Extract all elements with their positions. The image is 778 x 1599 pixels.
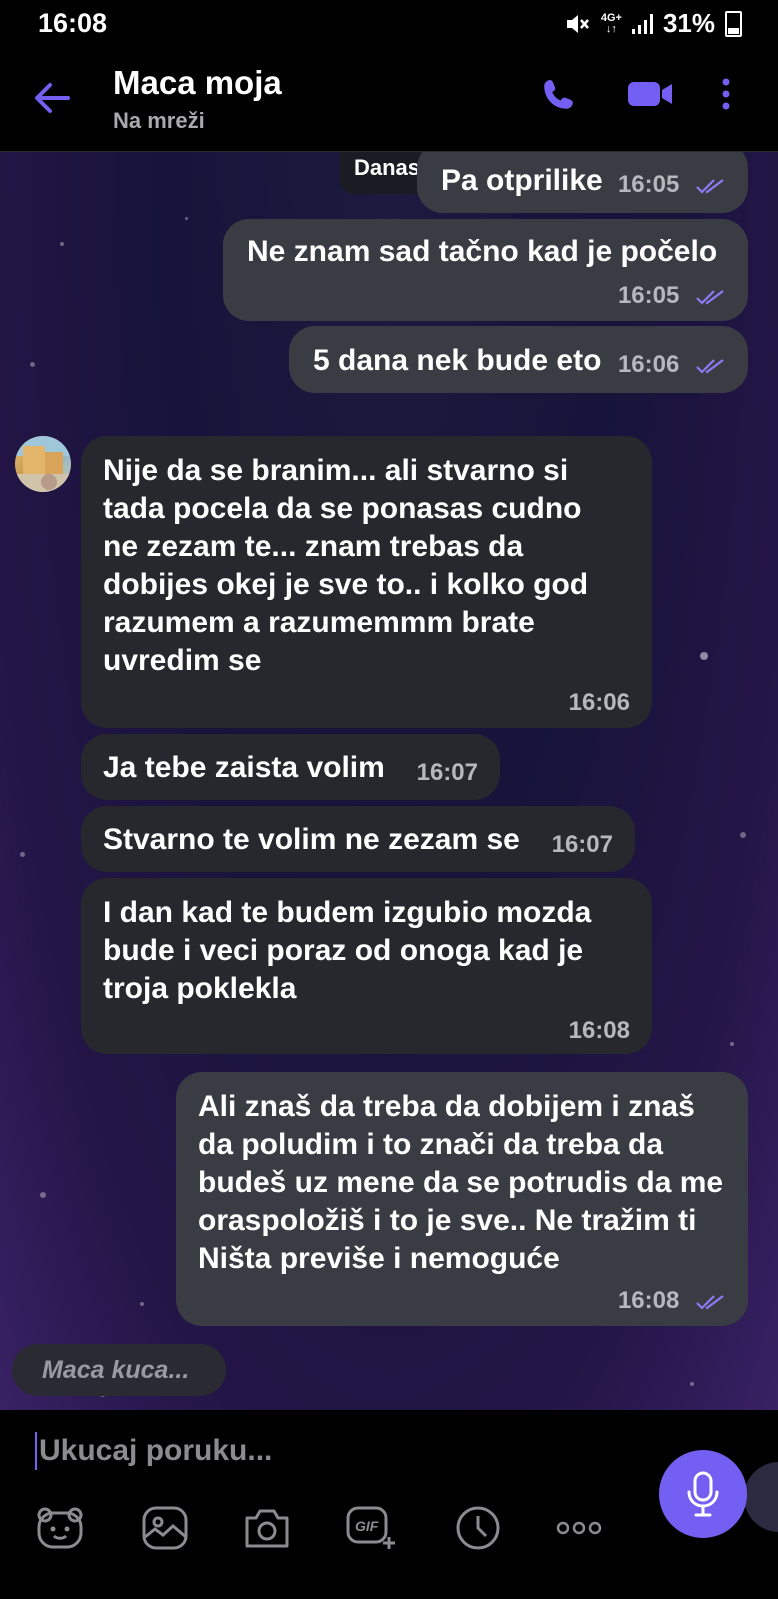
message-incoming[interactable]: Stvarno te volim ne zezam se 16:07 <box>81 806 635 872</box>
message-incoming[interactable]: I dan kad te budem izgubio mozda bude i … <box>81 878 652 1054</box>
message-time: 16:05 <box>617 282 680 309</box>
chat-area[interactable]: Danas Pa otprilike 16:05 Ne znam sad tač… <box>0 152 778 1436</box>
message-outgoing[interactable]: 5 dana nek bude eto 16:06 <box>289 326 748 393</box>
phone-icon[interactable] <box>541 76 577 112</box>
message-time: 16:08 <box>617 1287 680 1314</box>
message-text: Nije da se branim... ali stvarno si tada… <box>103 454 589 677</box>
gif-icon[interactable]: GIF <box>345 1502 397 1554</box>
message-incoming[interactable]: Nije da se branim... ali stvarno si tada… <box>81 436 652 728</box>
double-check-icon <box>696 358 724 374</box>
battery-percent: 31% <box>662 8 715 38</box>
back-arrow-icon[interactable] <box>32 78 72 118</box>
svg-text:GIF: GIF <box>355 1518 379 1534</box>
background-star <box>20 852 25 857</box>
double-check-icon <box>696 289 724 305</box>
more-icon[interactable] <box>553 1502 605 1554</box>
background-star <box>700 652 708 660</box>
contact-name[interactable]: Maca moja <box>113 64 282 102</box>
message-time: 16:06 <box>617 351 680 378</box>
double-check-icon <box>696 1294 724 1310</box>
background-star <box>30 362 35 367</box>
status-time: 16:08 <box>38 8 108 38</box>
camera-icon[interactable] <box>241 1502 293 1554</box>
background-star <box>730 1042 734 1046</box>
background-star <box>40 1192 46 1198</box>
message-incoming[interactable]: Ja tebe zaista volim 16:07 <box>81 734 500 800</box>
message-text: Pa otprilike <box>441 164 603 197</box>
status-bar: 16:08 4G+ ↓↑ 31% <box>0 0 778 48</box>
message-text: I dan kad te budem izgubio mozda bude i … <box>103 896 592 1005</box>
background-star <box>185 217 188 220</box>
message-time: 16:07 <box>416 759 478 786</box>
message-time: 16:05 <box>617 171 680 198</box>
message-text: Ja tebe zaista volim <box>103 751 385 784</box>
message-composer: Ukucaj poruku... GIF <box>0 1410 778 1599</box>
image-icon[interactable] <box>139 1502 191 1554</box>
background-star <box>740 832 746 838</box>
double-check-icon <box>696 178 724 194</box>
battery-icon <box>725 10 742 37</box>
typing-indicator: Maca kuca... <box>12 1344 226 1396</box>
message-text: Stvarno te volim ne zezam se <box>103 823 520 856</box>
message-outgoing[interactable]: Ne znam sad tačno kad je počelo 16:05 <box>223 219 748 321</box>
contact-presence: Na mreži <box>113 108 205 133</box>
network-type: 4G+ ↓↑ <box>600 11 622 35</box>
background-star <box>140 1302 144 1306</box>
more-options-icon[interactable] <box>716 76 736 112</box>
status-icons: 4G+ ↓↑ 31% <box>565 8 742 39</box>
video-call-icon[interactable] <box>626 76 674 112</box>
message-text: Ali znaš da treba da dobijem i znaš da p… <box>198 1090 724 1275</box>
avatar-photo <box>15 436 71 492</box>
chat-header: Maca moja Na mreži <box>0 48 778 152</box>
message-input[interactable]: Ukucaj poruku... <box>35 1432 272 1470</box>
message-time: 16:06 <box>568 689 630 716</box>
microphone-icon <box>687 1471 719 1517</box>
message-outgoing[interactable]: Pa otprilike 16:05 <box>417 152 748 213</box>
background-star <box>60 242 64 246</box>
voice-record-button[interactable] <box>659 1450 747 1538</box>
signal-icon <box>631 13 653 34</box>
message-outgoing[interactable]: Ali znaš da treba da dobijem i znaš da p… <box>176 1072 748 1326</box>
secondary-action-edge[interactable] <box>744 1462 778 1532</box>
message-text: Ne znam sad tačno kad je počelo <box>247 235 718 268</box>
background-star <box>690 1382 694 1386</box>
message-time: 16:08 <box>568 1017 630 1044</box>
message-time: 16:07 <box>551 831 613 858</box>
message-text: 5 dana nek bude eto <box>313 344 602 377</box>
mute-icon <box>566 14 589 33</box>
clock-icon[interactable] <box>452 1502 504 1554</box>
sticker-icon[interactable] <box>34 1502 86 1554</box>
contact-avatar[interactable] <box>15 436 71 492</box>
